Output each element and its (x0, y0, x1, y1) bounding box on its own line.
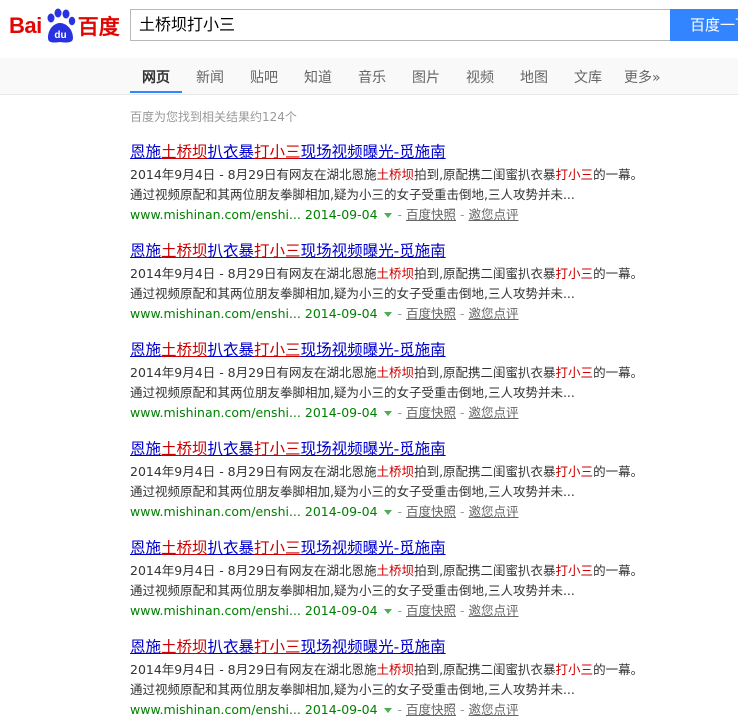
tab-news[interactable]: 新闻 (196, 67, 224, 87)
result-date: 2014-09-04 (304, 702, 378, 717)
comment-link[interactable]: 邀您点评 (469, 702, 519, 717)
result-meta: www.mishinan.com/enshi... 2014-09-04- 百度… (130, 306, 519, 321)
snapshot-link[interactable]: 百度快照 (406, 207, 456, 222)
result-url: www.mishinan.com/enshi... (130, 603, 301, 618)
result-url: www.mishinan.com/enshi... (130, 504, 301, 519)
tab-zhidao[interactable]: 知道 (304, 67, 332, 87)
result-date: 2014-09-04 (304, 306, 378, 321)
logo-chinese: 百度 (77, 15, 120, 39)
search-result: 恩施土桥坝扒衣暴打小三现场视频曝光-觅施南 2014年9月4日 - 8月29日有… (130, 340, 730, 423)
tab-images[interactable]: 图片 (412, 67, 440, 87)
result-abstract: 2014年9月4日 - 8月29日有网友在湖北恩施土桥坝拍到,原配携二闺蜜扒衣暴… (130, 365, 644, 400)
tab-bar: 网页 新闻 贴吧 知道 音乐 图片 视频 地图 文库 更多» (0, 58, 738, 95)
result-date: 2014-09-04 (304, 207, 378, 222)
search-result: 恩施土桥坝扒衣暴打小三现场视频曝光-觅施南 2014年9月4日 - 8月29日有… (130, 538, 730, 621)
dropdown-arrow-icon[interactable] (383, 312, 392, 317)
dropdown-arrow-icon[interactable] (383, 213, 392, 218)
result-title-link[interactable]: 恩施土桥坝扒衣暴打小三现场视频曝光-觅施南 (130, 142, 730, 162)
comment-link[interactable]: 邀您点评 (469, 207, 519, 222)
tab-music[interactable]: 音乐 (358, 67, 386, 87)
result-url: www.mishinan.com/enshi... (130, 405, 301, 420)
result-url: www.mishinan.com/enshi... (130, 702, 301, 717)
dropdown-arrow-icon[interactable] (383, 510, 392, 515)
tab-map[interactable]: 地图 (520, 67, 548, 87)
tab-tieba[interactable]: 贴吧 (250, 67, 278, 87)
result-abstract: 2014年9月4日 - 8月29日有网友在湖北恩施土桥坝拍到,原配携二闺蜜扒衣暴… (130, 167, 644, 202)
paw-text: du (54, 30, 66, 41)
tab-video[interactable]: 视频 (466, 67, 494, 87)
search-button[interactable]: 百度一下 (670, 9, 738, 41)
dropdown-arrow-icon[interactable] (383, 411, 392, 416)
result-title-link[interactable]: 恩施土桥坝扒衣暴打小三现场视频曝光-觅施南 (130, 340, 730, 360)
dropdown-arrow-icon[interactable] (383, 708, 392, 713)
result-meta: www.mishinan.com/enshi... 2014-09-04- 百度… (130, 603, 519, 618)
active-tab-indicator (130, 91, 182, 93)
result-count: 百度为您找到相关结果约124个 (130, 110, 297, 124)
dropdown-arrow-icon[interactable] (383, 609, 392, 614)
result-meta: www.mishinan.com/enshi... 2014-09-04- 百度… (130, 405, 519, 420)
snapshot-link[interactable]: 百度快照 (406, 405, 456, 420)
result-title-link[interactable]: 恩施土桥坝扒衣暴打小三现场视频曝光-觅施南 (130, 241, 730, 261)
result-date: 2014-09-04 (304, 504, 378, 519)
result-abstract: 2014年9月4日 - 8月29日有网友在湖北恩施土桥坝拍到,原配携二闺蜜扒衣暴… (130, 563, 644, 598)
result-url: www.mishinan.com/enshi... (130, 306, 301, 321)
search-input[interactable]: 土桥坝打小三 (130, 9, 670, 41)
tab-wenku[interactable]: 文库 (574, 67, 602, 87)
comment-link[interactable]: 邀您点评 (469, 405, 519, 420)
result-title-link[interactable]: 恩施土桥坝扒衣暴打小三现场视频曝光-觅施南 (130, 439, 730, 459)
comment-link[interactable]: 邀您点评 (469, 504, 519, 519)
result-abstract: 2014年9月4日 - 8月29日有网友在湖北恩施土桥坝拍到,原配携二闺蜜扒衣暴… (130, 662, 644, 697)
baidu-logo[interactable]: Bai du 百度 (9, 6, 120, 46)
search-result: 恩施土桥坝扒衣暴打小三现场视频曝光-觅施南 2014年9月4日 - 8月29日有… (130, 241, 730, 324)
result-title-link[interactable]: 恩施土桥坝扒衣暴打小三现场视频曝光-觅施南 (130, 538, 730, 558)
search-result: 恩施土桥坝扒衣暴打小三现场视频曝光-觅施南 2014年9月4日 - 8月29日有… (130, 439, 730, 522)
comment-link[interactable]: 邀您点评 (469, 306, 519, 321)
result-url: www.mishinan.com/enshi... (130, 207, 301, 222)
result-meta: www.mishinan.com/enshi... 2014-09-04- 百度… (130, 504, 519, 519)
snapshot-link[interactable]: 百度快照 (406, 603, 456, 618)
snapshot-link[interactable]: 百度快照 (406, 702, 456, 717)
result-abstract: 2014年9月4日 - 8月29日有网友在湖北恩施土桥坝拍到,原配携二闺蜜扒衣暴… (130, 266, 644, 301)
snapshot-link[interactable]: 百度快照 (406, 504, 456, 519)
logo-latin: Bai (9, 13, 42, 38)
tab-web[interactable]: 网页 (142, 67, 170, 87)
snapshot-link[interactable]: 百度快照 (406, 306, 456, 321)
result-date: 2014-09-04 (304, 405, 378, 420)
tab-more[interactable]: 更多» (624, 67, 661, 87)
result-meta: www.mishinan.com/enshi... 2014-09-04- 百度… (130, 702, 519, 717)
comment-link[interactable]: 邀您点评 (469, 603, 519, 618)
result-meta: www.mishinan.com/enshi... 2014-09-04- 百度… (130, 207, 519, 222)
search-result: 恩施土桥坝扒衣暴打小三现场视频曝光-觅施南 2014年9月4日 - 8月29日有… (130, 142, 730, 225)
result-abstract: 2014年9月4日 - 8月29日有网友在湖北恩施土桥坝拍到,原配携二闺蜜扒衣暴… (130, 464, 644, 499)
result-date: 2014-09-04 (304, 603, 378, 618)
search-result: 恩施土桥坝扒衣暴打小三现场视频曝光-觅施南 2014年9月4日 - 8月29日有… (130, 637, 730, 720)
paw-icon: du (43, 8, 77, 44)
header: Bai du 百度 土桥坝打小三 百度一下 (0, 0, 738, 58)
result-title-link[interactable]: 恩施土桥坝扒衣暴打小三现场视频曝光-觅施南 (130, 637, 730, 657)
